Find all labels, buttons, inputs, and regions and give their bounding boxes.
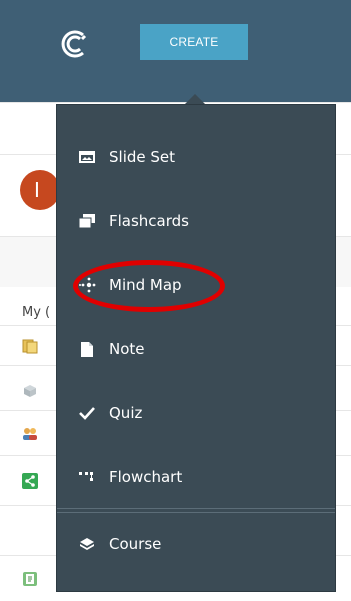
menu-item-mind-map[interactable]: Mind Map — [57, 265, 335, 305]
create-button[interactable]: CREATE — [140, 24, 248, 60]
menu-item-label: Flowchart — [109, 468, 183, 486]
people-icon — [23, 428, 37, 440]
logo-icon[interactable] — [58, 28, 90, 60]
create-dropdown-menu: Slide Set Flashcards Mind Map Note Quiz … — [56, 104, 336, 592]
flashcards-icon — [77, 211, 97, 231]
menu-divider — [57, 512, 335, 513]
slide-set-icon — [77, 147, 97, 167]
share-icon — [22, 473, 38, 489]
menu-item-label: Quiz — [109, 404, 143, 422]
menu-item-quiz[interactable]: Quiz — [57, 393, 335, 433]
menu-item-label: Slide Set — [109, 148, 176, 166]
menu-item-note[interactable]: Note — [57, 329, 335, 369]
my-content-label: My ( — [22, 305, 51, 320]
menu-item-label: Mind Map — [109, 276, 182, 294]
app-window: CREATE I My (Slide Set Flashcards Mind … — [0, 0, 351, 601]
avatar-initial: I — [34, 178, 40, 202]
course-icon — [77, 534, 97, 554]
box-icon — [24, 385, 36, 397]
avatar[interactable]: I — [20, 170, 60, 210]
menu-item-slide-set[interactable]: Slide Set — [57, 137, 335, 177]
menu-item-label: Course — [109, 535, 162, 553]
menu-item-course[interactable]: Course — [57, 524, 335, 564]
header-bar: CREATE — [0, 0, 351, 102]
mind-map-icon — [77, 275, 97, 295]
check-icon — [77, 403, 97, 423]
flowchart-icon — [77, 467, 97, 487]
document-icon — [23, 572, 37, 586]
menu-item-flowchart[interactable]: Flowchart — [57, 457, 335, 497]
menu-divider — [57, 508, 335, 509]
folder-icon — [22, 339, 38, 354]
menu-item-flashcards[interactable]: Flashcards — [57, 201, 335, 241]
menu-item-label: Flashcards — [109, 212, 189, 230]
menu-item-label: Note — [109, 340, 145, 358]
note-icon — [77, 339, 97, 359]
